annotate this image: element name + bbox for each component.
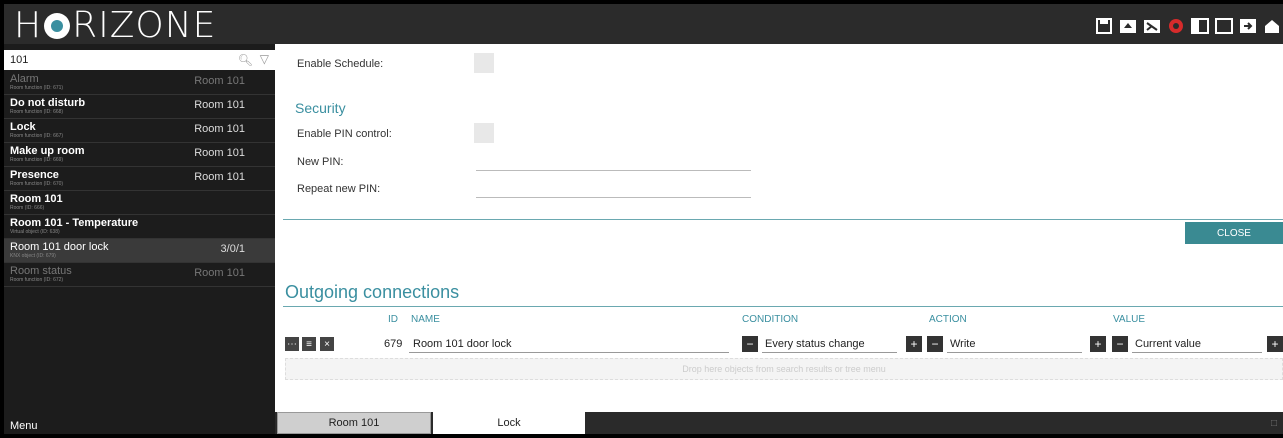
tab-bar: Room 101 Lock □	[275, 412, 1283, 434]
security-title: Security	[295, 100, 346, 116]
panel-empty-icon[interactable]	[1215, 17, 1233, 35]
item-name: Room 101 - Temperature	[10, 217, 139, 229]
repeat-pin-input[interactable]	[476, 197, 751, 198]
search-icon[interactable]: 🔍︎	[238, 53, 253, 67]
col-header-name: NAME	[411, 314, 440, 325]
panel-icon[interactable]	[1191, 17, 1209, 35]
condition-underline	[762, 352, 897, 353]
sidebar: 101 🔍︎ ▽ Alarm Room function (ID: 671) Roo…	[4, 44, 275, 434]
export-icon[interactable]	[1143, 17, 1161, 35]
enable-pin-checkbox[interactable]	[474, 123, 494, 143]
top-bar: H RIZONE	[4, 4, 1283, 46]
toolbar	[1095, 17, 1281, 35]
file-icon[interactable]: □	[1271, 418, 1281, 430]
value-select[interactable]: Current value	[1135, 338, 1201, 350]
list-item-selected[interactable]: Room 101 door lock KNX object (ID: 679) 3/…	[4, 239, 275, 263]
item-sub: Room (ID: 666)	[10, 205, 45, 211]
action-underline	[947, 352, 1082, 353]
home-icon[interactable]	[1263, 17, 1281, 35]
name-underline	[409, 352, 729, 353]
action-minus-button[interactable]: −	[927, 336, 943, 352]
enable-schedule-label: Enable Schedule:	[297, 58, 384, 70]
list-item[interactable]: Alarm Room function (ID: 671) Room 101	[4, 71, 275, 95]
remove-button[interactable]: ×	[320, 337, 334, 351]
condition-minus-button[interactable]: −	[742, 336, 758, 352]
row-id: 679	[384, 338, 403, 350]
import-icon[interactable]	[1119, 17, 1137, 35]
item-location: Room 101	[194, 147, 245, 159]
item-location: Room 101	[194, 99, 245, 111]
repeat-pin-label: Repeat new PIN:	[297, 183, 381, 195]
new-pin-input[interactable]	[476, 170, 751, 171]
divider	[283, 219, 1283, 220]
main-panel: Enable Schedule: Security Enable PIN con…	[275, 44, 1283, 412]
app-frame: H RIZONE 101 🔍︎ ▽ Alarm Room function (ID:…	[0, 0, 1283, 438]
condition-select[interactable]: Every status change	[765, 338, 865, 350]
logout-icon[interactable]	[1239, 17, 1257, 35]
enable-pin-label: Enable PIN control:	[297, 128, 392, 140]
search-input[interactable]: 101 🔍︎ ▽	[4, 50, 275, 70]
search-results: Alarm Room function (ID: 671) Room 101 Do …	[4, 71, 275, 287]
divider	[283, 306, 1283, 307]
col-header-condition: CONDITION	[742, 314, 799, 325]
row-name: Room 101 door lock	[413, 338, 512, 350]
col-header-value: VALUE	[1113, 314, 1146, 325]
outgoing-connections-title: Outgoing connections	[285, 282, 460, 302]
drop-zone[interactable]: Drop here objects from search results or…	[285, 358, 1283, 380]
close-button[interactable]: CLOSE	[1185, 222, 1283, 244]
value-plus-button[interactable]: +	[1090, 336, 1106, 352]
add-row-button[interactable]: +	[1267, 336, 1283, 352]
value-underline	[1132, 352, 1262, 353]
action-select[interactable]: Write	[950, 338, 975, 350]
col-header-action: ACTION	[929, 314, 967, 325]
item-location: Room 101	[194, 75, 245, 87]
col-header-id: ID	[388, 314, 398, 325]
action-plus-button[interactable]: +	[906, 336, 922, 352]
item-name: Room 101	[10, 193, 63, 205]
list-button[interactable]: ≡	[302, 337, 316, 351]
menu-button[interactable]: Menu	[4, 412, 275, 434]
list-item[interactable]: Do not disturb Room function (ID: 668) Roo…	[4, 95, 275, 119]
item-location: Room 101	[194, 123, 245, 135]
more-button[interactable]: ⋯	[285, 337, 299, 351]
horizone-logo: H RIZONE	[14, 4, 217, 46]
item-address: 3/0/1	[220, 243, 245, 255]
enable-schedule-checkbox[interactable]	[474, 53, 494, 73]
save-icon[interactable]	[1095, 17, 1113, 35]
item-location: Room 101	[194, 171, 245, 183]
value-minus-button[interactable]: −	[1112, 336, 1128, 352]
list-item[interactable]: Room 101 Room (ID: 666)	[4, 191, 275, 215]
settings-icon[interactable]	[1167, 17, 1185, 35]
filter-icon[interactable]: ▽	[260, 52, 269, 66]
list-item[interactable]: Room 101 - Temperature Virtual object (ID…	[4, 215, 275, 239]
item-sub: Virtual object (ID: 638)	[10, 229, 60, 235]
new-pin-label: New PIN:	[297, 156, 344, 168]
search-value: 101	[10, 54, 29, 66]
tab-lock[interactable]: Lock	[433, 412, 585, 434]
item-location: Room 101	[194, 267, 245, 279]
list-item[interactable]: Presence Room function (ID: 670) Room 101	[4, 167, 275, 191]
list-item[interactable]: Room status Room function (ID: 672) Room 1…	[4, 263, 275, 287]
list-item[interactable]: Make up room Room function (ID: 669) Room …	[4, 143, 275, 167]
list-item[interactable]: Lock Room function (ID: 667) Room 101	[4, 119, 275, 143]
tab-room-101[interactable]: Room 101	[277, 412, 431, 434]
